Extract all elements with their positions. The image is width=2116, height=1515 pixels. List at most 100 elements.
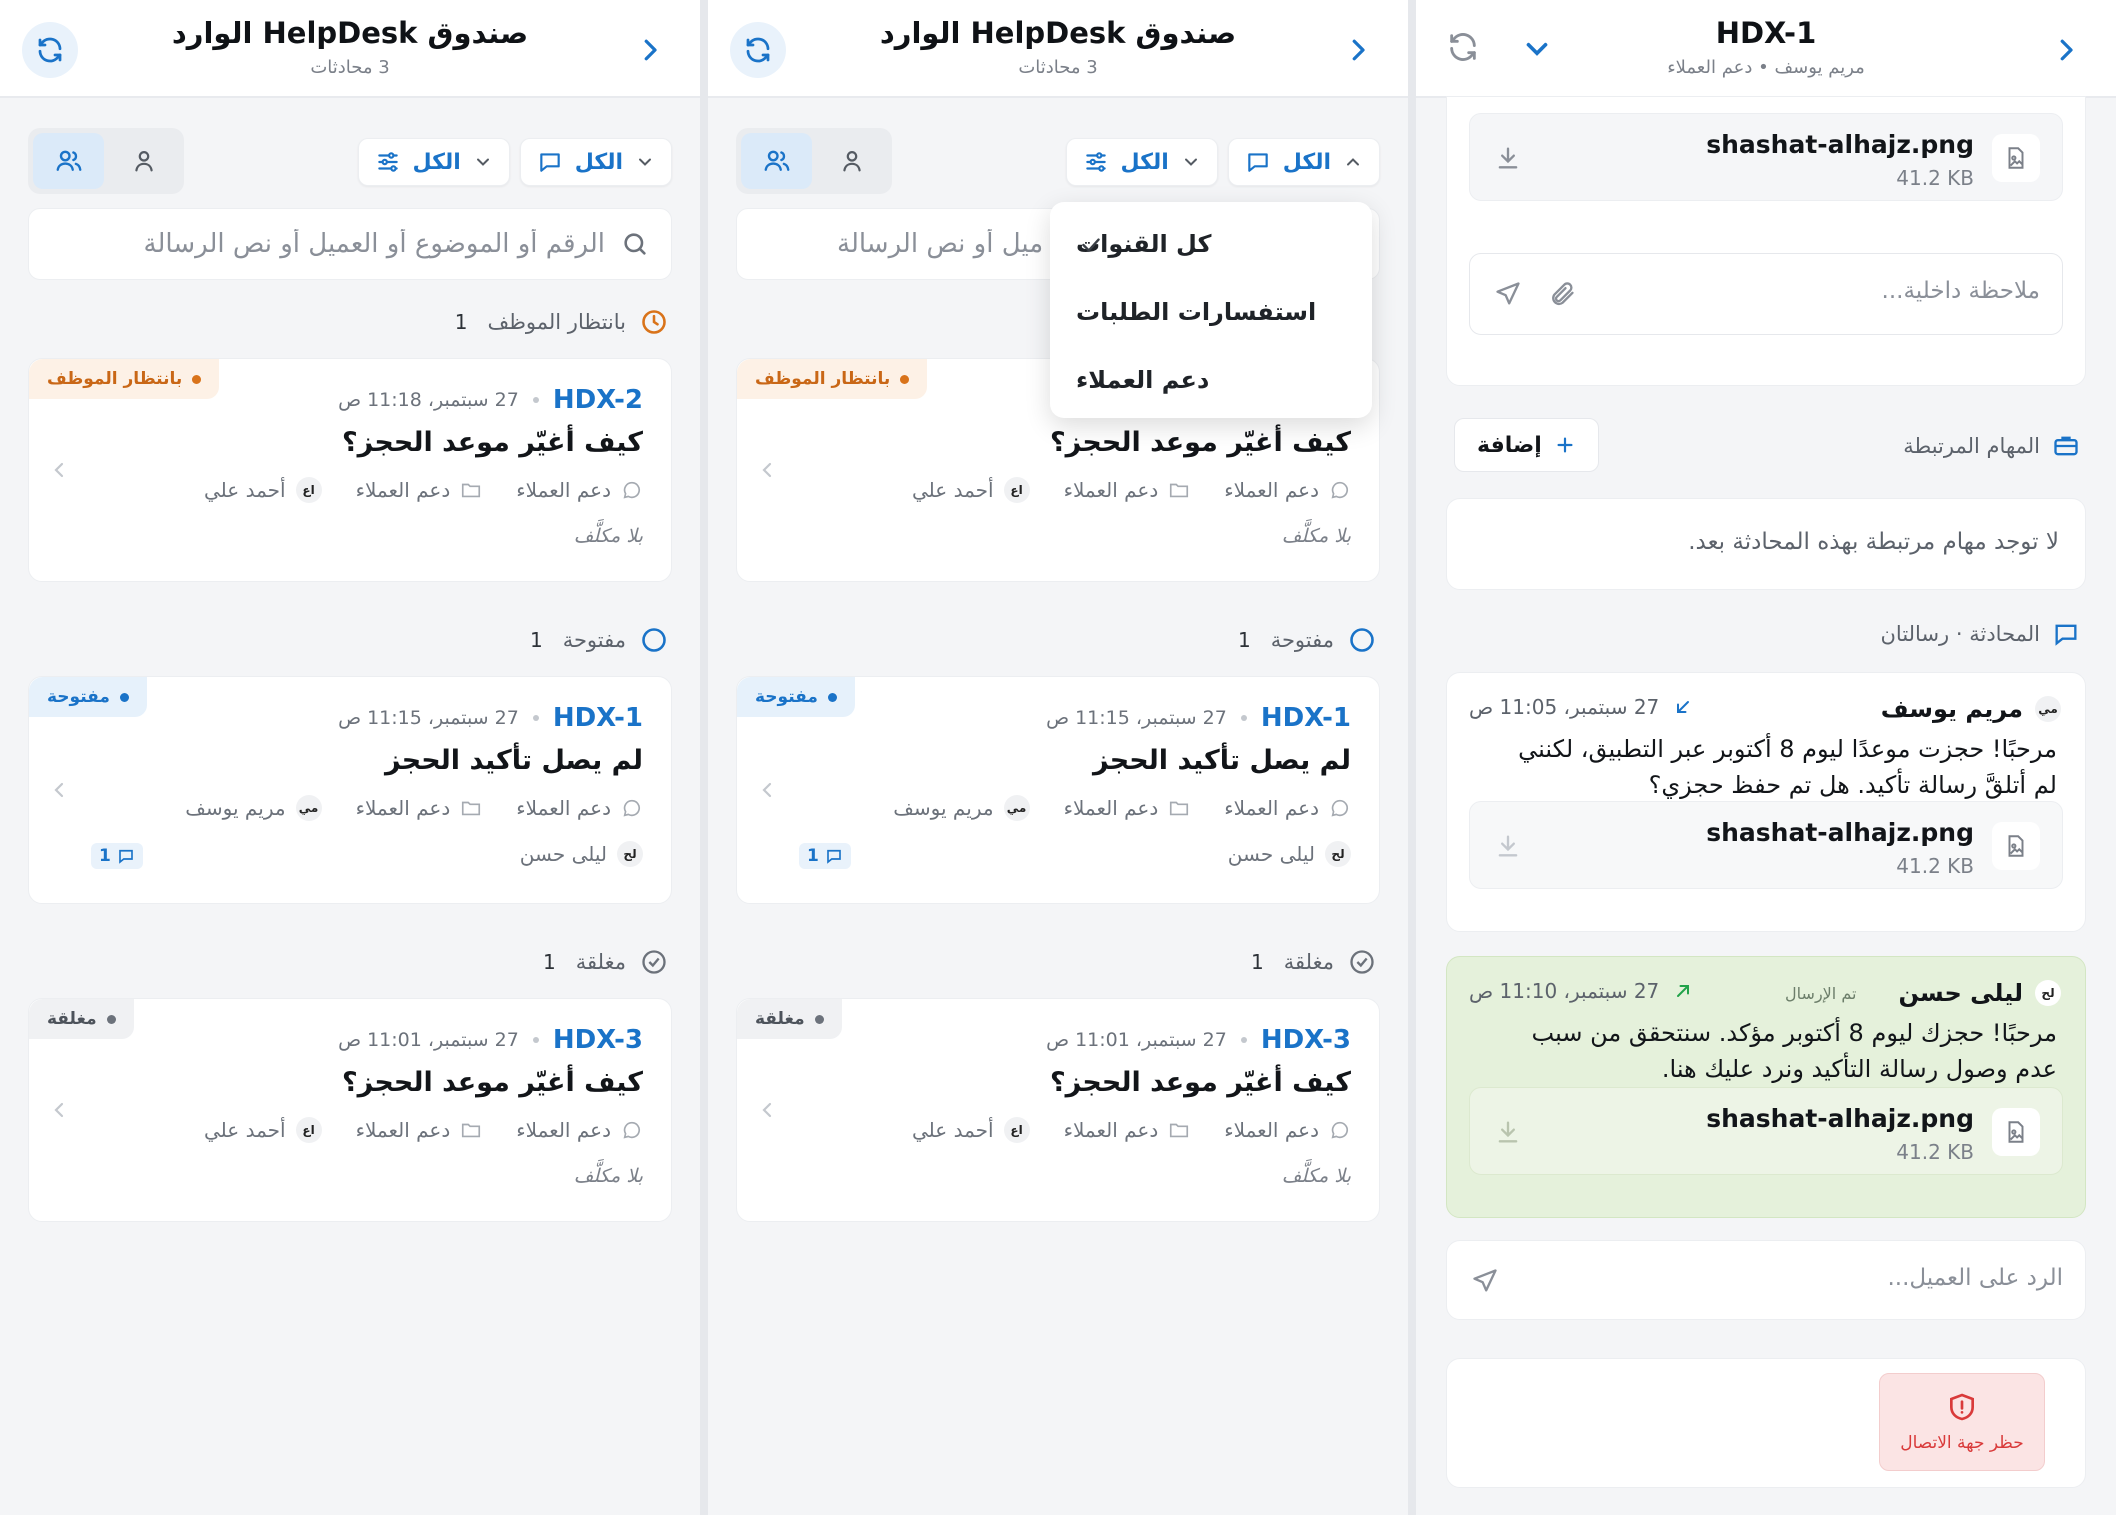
sender-name: مريم يوسف	[1880, 695, 2023, 723]
ticket-title: HDX-1	[1715, 16, 1817, 50]
download-button[interactable]	[1494, 144, 1522, 176]
user-icon	[134, 151, 153, 172]
refresh-button[interactable]	[730, 22, 786, 78]
chat-icon	[540, 153, 560, 172]
channel-filter[interactable]: الكل	[1227, 138, 1380, 186]
block-contact-button[interactable]: حظر جهة الاتصال	[1879, 1373, 2045, 1471]
send-icon[interactable]	[1471, 1267, 1499, 1295]
assignee: بلا مكلَّف	[573, 525, 643, 547]
view-toggle	[736, 128, 892, 194]
assignee: بلا مكلَّف	[1281, 525, 1351, 547]
folder-icon	[1170, 483, 1189, 498]
reply-input[interactable]: الرد على العميل...	[1446, 1240, 2086, 1320]
conversation-label: المحادثة · رسالتان	[1881, 620, 2081, 648]
search-input[interactable]: الرقم أو الموضوع أو العميل أو نص الرسالة	[28, 208, 672, 280]
ticket-id: HDX-1	[552, 703, 643, 733]
chat-bubble-icon	[623, 1121, 641, 1139]
chat-bubble-icon	[1331, 481, 1349, 499]
agent-message: لح ليلى حسن تم الإرسال 27 سبتمبر، 11:10 …	[1446, 956, 2086, 1218]
conversation-count: 3 محادثات	[310, 57, 390, 78]
search-icon	[624, 233, 646, 255]
assignee: بلا مكلَّف	[573, 1165, 643, 1187]
folder-icon	[1170, 1123, 1189, 1138]
chevron-up-icon	[1347, 158, 1359, 166]
page-title: صندوق HelpDesk الوارد	[879, 16, 1237, 50]
dropdown-item-orders[interactable]: استفسارات الطلبات	[1050, 278, 1372, 346]
avatar: اع	[1003, 477, 1030, 503]
channel-dropdown: كل القنوات استفسارات الطلبات دعم العملاء	[1050, 202, 1372, 418]
add-task-button[interactable]: إضافة	[1454, 418, 1599, 472]
refresh-button[interactable]	[22, 22, 78, 78]
check-icon	[1082, 238, 1100, 253]
ticket-card[interactable]: مفتوحة HDX-1 27 سبتمبر، 11:15 ص لم يصل ت…	[28, 676, 672, 904]
attachment[interactable]: shashat-alhajz.png 41.2 KB	[1469, 113, 2063, 201]
assignee: ليلى حسن	[519, 842, 607, 866]
folder-icon	[462, 1123, 481, 1138]
attachment[interactable]: shashat-alhajz.png 41.2 KB	[1469, 1087, 2063, 1175]
status-filter[interactable]: الكل	[1065, 138, 1218, 186]
ticket-id: HDX-3	[1260, 1025, 1351, 1055]
image-file-icon	[2008, 1121, 2024, 1143]
ticket-subject: كيف أغيّر موعد الحجز؟	[341, 1067, 643, 1098]
section-closed: مغلقة 1	[1251, 948, 1376, 976]
chevron-right-icon	[2060, 39, 2073, 61]
chevron-down-icon	[1184, 158, 1197, 166]
ticket-card[interactable]: مغلقة HDX-3 27 سبتمبر، 11:01 ص كيف أغيّر…	[28, 998, 672, 1222]
incoming-arrow-icon	[1677, 701, 1690, 713]
refresh-icon	[746, 37, 770, 63]
personal-view-button[interactable]	[816, 133, 887, 189]
download-button[interactable]	[1494, 832, 1522, 864]
status-filter[interactable]: الكل	[357, 138, 510, 186]
page-title: صندوق HelpDesk الوارد	[171, 16, 529, 50]
status-badge: مفتوحة	[29, 677, 147, 717]
ticket-subject: كيف أغيّر موعد الحجز؟	[341, 427, 643, 458]
shield-alert-icon	[1950, 1393, 1974, 1421]
users-icon	[56, 150, 81, 171]
dropdown-item-all-channels[interactable]: كل القنوات	[1050, 210, 1372, 278]
comment-icon	[827, 849, 841, 864]
paperclip-icon[interactable]	[1548, 280, 1576, 308]
download-button[interactable]	[1494, 1118, 1522, 1150]
user-icon	[842, 151, 861, 172]
chevron-left-icon	[54, 462, 64, 478]
chat-bubble-icon	[1331, 799, 1349, 817]
chevron-left-icon	[762, 462, 772, 478]
sender-name: ليلى حسن	[1898, 979, 2023, 1007]
section-count: 1	[454, 310, 468, 334]
plus-icon	[1557, 437, 1573, 453]
dropdown-item-support[interactable]: دعم العملاء	[1050, 346, 1372, 414]
sliders-icon	[1085, 152, 1106, 172]
comment-icon	[119, 849, 133, 864]
chevron-right-icon	[1352, 39, 1365, 61]
ticket-card[interactable]: مغلقة HDX-3 27 سبتمبر، 11:01 ص كيف أغيّر…	[736, 998, 1380, 1222]
attachment[interactable]: shashat-alhajz.png 41.2 KB	[1469, 801, 2063, 889]
forward-button[interactable]	[2046, 30, 2086, 70]
customer-name: أحمد علي	[204, 478, 286, 502]
channel-filter[interactable]: الكل	[519, 138, 672, 186]
chat-icon	[1248, 153, 1268, 172]
avatar: اع	[295, 1117, 322, 1143]
status-filter-label: الكل	[412, 149, 461, 175]
team-view-button[interactable]	[741, 133, 812, 189]
send-icon[interactable]	[1494, 280, 1522, 308]
related-tasks-label: المهام المرتبطة	[1903, 432, 2080, 460]
forward-button[interactable]	[630, 30, 670, 70]
image-file-icon	[2008, 835, 2024, 857]
ticket-card[interactable]: بانتظار الموظف HDX-2 27 سبتمبر، 11:18 ص …	[28, 358, 672, 582]
refresh-button[interactable]	[1446, 30, 1480, 68]
inbox-header: صندوق HelpDesk الوارد 3 محادثات	[0, 0, 700, 98]
chat-icon	[2055, 624, 2077, 646]
status-badge: مفتوحة	[737, 677, 855, 717]
ticket-id: HDX-2	[552, 385, 643, 415]
team-view-button[interactable]	[33, 133, 104, 189]
ticket-card[interactable]: مفتوحة HDX-1 27 سبتمبر، 11:15 ص لم يصل ت…	[736, 676, 1380, 904]
view-toggle	[28, 128, 184, 194]
comment-count: 1	[91, 843, 143, 869]
forward-button[interactable]	[1338, 30, 1378, 70]
internal-note-input[interactable]: ملاحظة داخلية...	[1469, 253, 2063, 335]
personal-view-button[interactable]	[108, 133, 179, 189]
sent-status: تم الإرسال	[1785, 983, 1857, 1003]
conversation-count: 3 محادثات	[1018, 57, 1098, 78]
inbox-header: صندوق HelpDesk الوارد 3 محادثات	[708, 0, 1408, 98]
ticket-subject: لم يصل تأكيد الحجز	[384, 745, 643, 776]
